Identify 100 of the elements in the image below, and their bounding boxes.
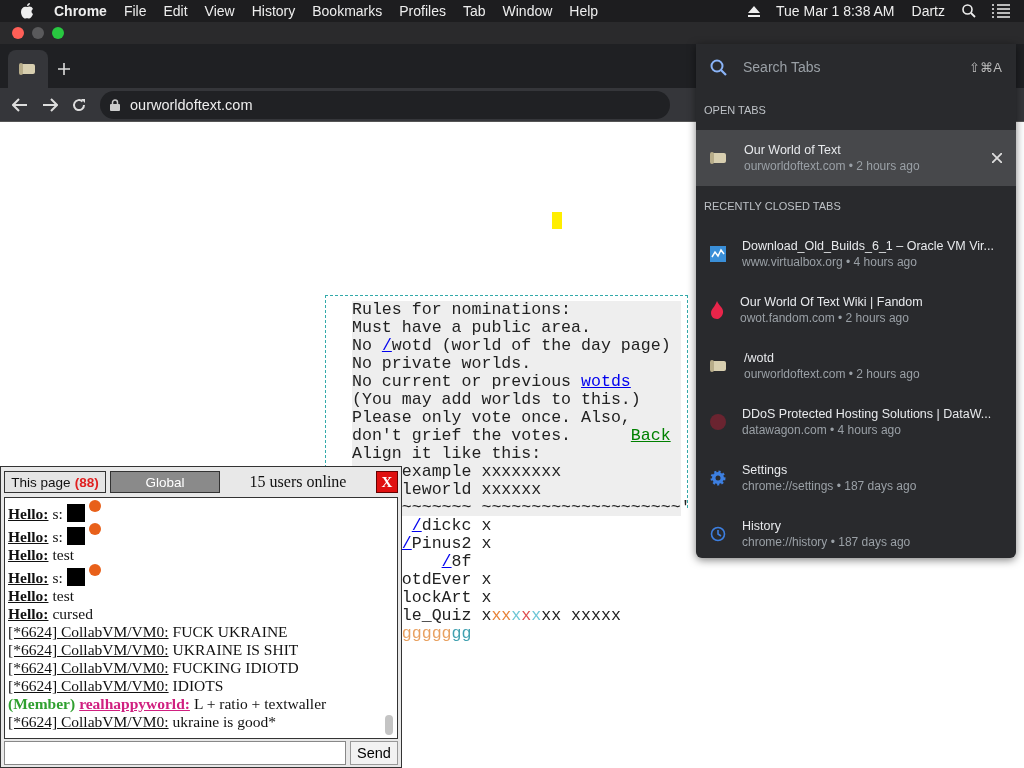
canvas-text: Please only vote once. Also, (352, 409, 631, 427)
chat-nickname[interactable]: Hello: (8, 605, 49, 622)
tab-title: History (742, 519, 782, 533)
list-icon[interactable] (992, 4, 1010, 18)
menu-item[interactable]: Tab (462, 3, 486, 19)
tab-subtitle: chrome://history • 187 days ago (742, 535, 912, 549)
chat-message: s: (52, 569, 63, 586)
chat-message: s: (52, 505, 63, 522)
chat-message: FUCK UKRAINE (172, 623, 288, 640)
chat-nickname[interactable]: Hello: (8, 569, 49, 586)
plus-icon[interactable] (58, 63, 70, 75)
text-link[interactable]: Back (630, 427, 671, 445)
canvas-text: lockArt x (401, 589, 492, 607)
menu-item[interactable]: History (251, 3, 296, 19)
close-icon[interactable] (992, 153, 1002, 163)
menu-item[interactable]: View (204, 3, 235, 19)
close-window-button[interactable] (12, 27, 24, 39)
tab-subtitle: owot.fandom.com • 2 hours ago (740, 311, 910, 325)
chat-message: IDIOTS (172, 677, 224, 694)
section-title: OPEN TABS (703, 103, 767, 118)
menu-item[interactable]: Bookmarks (312, 3, 383, 19)
close-button[interactable]: X (376, 471, 398, 493)
tab-subtitle: datawagon.com • 4 hours ago (742, 423, 902, 437)
reload-icon[interactable] (72, 97, 86, 112)
canvas-text: otdEver x (401, 571, 492, 589)
section-title: RECENTLY CLOSED TABS (703, 199, 842, 214)
chat-nickname[interactable]: [*6624] CollabVM/VM0: (8, 677, 169, 694)
send-button[interactable]: Send (350, 741, 398, 765)
tab-item[interactable]: Our World Of Text Wiki | Fandom owot.fandom.com • 2 hours ago (696, 282, 1016, 338)
tab-item[interactable]: Settings chrome://settings • 187 days ago (696, 450, 1016, 506)
chat-message: cursed (52, 605, 93, 622)
chat-nickname[interactable]: [*6624] CollabVM/VM0: (8, 659, 169, 676)
canvas-text: 8f (451, 553, 472, 571)
forward-icon[interactable] (42, 97, 58, 112)
tab-title: Our World Of Text Wiki | Fandom (740, 295, 924, 309)
chat-nickname[interactable]: [*6624] CollabVM/VM0: (8, 623, 169, 640)
chat-nickname[interactable]: Hello: (8, 587, 49, 604)
tab-subtitle: chrome://settings • 187 days ago (742, 479, 918, 493)
chat-nickname[interactable]: [*6624] CollabVM/VM0: (8, 713, 169, 730)
tab-item[interactable]: History chrome://history • 187 days ago (696, 506, 1016, 562)
history-icon (710, 526, 726, 542)
chat-tab[interactable]: This page (88) (4, 471, 106, 493)
text-cursor (552, 212, 562, 229)
zoom-button[interactable] (52, 27, 64, 39)
canvas-text: x (521, 607, 532, 625)
flame-icon (710, 301, 724, 319)
menu-item[interactable]: File (123, 3, 147, 19)
chat-message: test (52, 587, 74, 604)
lock-icon (110, 98, 120, 111)
browser-tab[interactable] (8, 50, 48, 88)
canvas-text: ~~~~~~~ ~~~~~~~~~~~~~~~~~~~~' (401, 499, 691, 517)
tab-subtitle: ourworldoftext.com • 2 hours ago (744, 159, 921, 173)
chart-icon (710, 246, 726, 262)
tab-subtitle: www.virtualbox.org • 4 hours ago (742, 255, 918, 269)
canvas-text: No private worlds. (352, 355, 532, 373)
canvas-text: don't grief the votes. (352, 427, 573, 445)
text-link[interactable]: / (381, 337, 392, 355)
chat-nickname[interactable]: Hello: (8, 546, 49, 563)
text-link[interactable]: / (441, 553, 452, 571)
canvas-text: dickc x (421, 517, 492, 535)
tab-item[interactable]: /wotd ourworldoftext.com • 2 hours ago (696, 338, 1016, 394)
canvas-text: Pinus2 x (411, 535, 492, 553)
text-link[interactable]: / (401, 535, 412, 553)
eject-icon[interactable] (748, 5, 760, 17)
chat-nickname[interactable]: Hello: (8, 528, 49, 545)
app-menu[interactable]: Chrome (54, 3, 107, 19)
apple-icon[interactable] (20, 3, 34, 19)
search-icon (710, 58, 727, 76)
text-link[interactable]: wotds (581, 373, 631, 391)
menu-item[interactable]: Edit (163, 3, 188, 19)
scrollbar-thumb[interactable] (385, 715, 393, 735)
search-field[interactable]: Search Tabs (741, 58, 956, 76)
chat-nickname[interactable]: realhappyworld: (79, 695, 190, 712)
canvas-text: No (352, 337, 373, 355)
text-link[interactable]: / (411, 517, 422, 535)
chat-message: test (52, 546, 74, 563)
canvas-text: Must have a public area. (352, 319, 591, 337)
menu-item[interactable]: Profiles (399, 3, 446, 19)
chat-message: ukraine is good* (172, 713, 276, 730)
shortcut-hint: ⇧⌘A (969, 59, 1002, 75)
chat-message: FUCKING IDIOTD (172, 659, 299, 676)
chat-nickname[interactable]: [*6624] CollabVM/VM0: (8, 641, 169, 658)
back-icon[interactable] (12, 97, 28, 112)
chat-nickname[interactable]: Hello: (8, 505, 49, 522)
canvas-text: x (531, 607, 542, 625)
tab-item[interactable]: Our World of Text ourworldoftext.com • 2 hours ago (696, 130, 1016, 186)
search-icon[interactable] (962, 4, 976, 18)
canvas-text: example xxxxxxxx (401, 463, 562, 481)
canvas-text: Align it like this: (352, 445, 542, 463)
menu-clock[interactable]: Tue Mar 1 8:38 AM (776, 3, 895, 19)
address-bar[interactable]: ourworldoftext.com (100, 90, 670, 119)
tab-title: /wotd (744, 351, 775, 365)
dot-icon (710, 414, 726, 430)
tab-item[interactable]: Download_Old_Builds_6_1 – Oracle VM Vir... www.virtualbox.org • 4 hours ago (696, 226, 1016, 282)
menu-item[interactable]: Help (569, 3, 599, 19)
tab-item[interactable]: DDoS Protected Hosting Solutions | DataW... datawagon.com • 4 hours ago (696, 394, 1016, 450)
menu-item[interactable]: Window (502, 3, 553, 19)
chat-input[interactable] (4, 741, 346, 765)
tab-title: DDoS Protected Hosting Solutions | DataW... (742, 407, 993, 421)
user-name[interactable]: Dartz (911, 3, 945, 19)
